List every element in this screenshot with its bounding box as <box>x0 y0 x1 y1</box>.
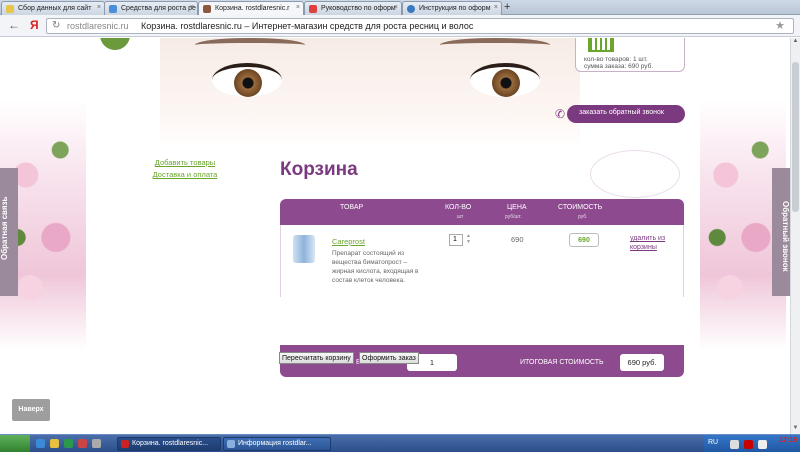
table-row: Careprost Препарат состоящий из вещества… <box>280 225 684 297</box>
product-image[interactable] <box>293 235 315 263</box>
basket-icon <box>588 38 614 52</box>
back-arrow-icon[interactable]: ← <box>8 18 20 32</box>
browser-tab-active[interactable]: Корзина. rostdlaresnic.r × <box>198 1 304 16</box>
scroll-up-icon[interactable]: ▲ <box>791 38 800 47</box>
folder-icon[interactable] <box>50 439 59 448</box>
feedback-side-tab[interactable]: Обратная связь <box>0 168 18 296</box>
address-input[interactable]: ↻ rostdlaresnic.ru Корзина. rostdlaresni… <box>46 18 794 34</box>
eyebrow-image <box>195 38 305 52</box>
col-header-qty-unit: шт <box>457 214 464 220</box>
total-sum-label: ИТОГОВАЯ СТОИМОСТЬ <box>520 359 604 366</box>
cart-count: кол-во товаров: 1 шт. <box>584 56 648 63</box>
new-tab-button[interactable]: + <box>504 1 510 13</box>
recalculate-cart-button[interactable]: Пересчитать корзину <box>279 352 354 364</box>
window-icon <box>227 440 235 448</box>
tab-label: Средства для роста ре <box>121 5 196 12</box>
browser-tab[interactable]: Инструкция по оформ × <box>402 1 502 15</box>
system-tray: RU 17:19 <box>704 435 800 452</box>
callback-button[interactable]: заказать обратный звонок <box>567 105 685 123</box>
col-header-price-unit: руб/шт. <box>505 214 522 220</box>
phone-icon: ✆ <box>555 107 566 121</box>
menu-link-add-products[interactable]: Добавить товары <box>140 157 230 169</box>
close-tab-icon[interactable]: × <box>97 4 101 11</box>
col-header-total-unit: руб. <box>578 214 588 220</box>
col-header-product: ТОВАР <box>340 204 364 211</box>
browser-tab[interactable]: Средства для роста ре × <box>104 1 198 15</box>
checkout-button[interactable]: Оформить заказ <box>359 352 419 364</box>
browser-tab[interactable]: Руководство по оформ × <box>304 1 402 15</box>
url-domain: rostdlaresnic.ru <box>67 21 129 31</box>
quicklaunch-icon[interactable] <box>36 439 45 448</box>
menu-link-delivery[interactable]: Доставка и оплата <box>140 169 230 181</box>
swirl-decoration <box>590 150 680 198</box>
mini-cart[interactable]: кол-во товаров: 1 шт. сумма заказа: 690 … <box>575 38 685 72</box>
address-bar-row: ← Я ↻ rostdlaresnic.ru Корзина. rostdlar… <box>0 15 800 37</box>
cart-table: ТОВАР КОЛ-ВО шт ЦЕНА руб/шт. СТОИМОСТЬ р… <box>280 199 684 377</box>
iris-image <box>492 69 520 97</box>
tab-favicon-icon <box>109 5 117 13</box>
media-icon[interactable] <box>64 439 73 448</box>
eyebrow-image <box>440 38 550 52</box>
header-eyes-banner <box>160 38 580 148</box>
desktop-icon[interactable] <box>92 439 101 448</box>
close-tab-icon[interactable]: × <box>296 4 300 11</box>
scroll-down-icon[interactable]: ▼ <box>791 425 800 434</box>
total-sum-value: 690 руб. <box>620 354 664 371</box>
volume-icon[interactable] <box>758 440 767 449</box>
left-menu: Добавить товары Доставка и оплата <box>140 157 230 181</box>
tab-label: Руководство по оформ <box>321 5 396 12</box>
scroll-to-top-button[interactable]: Наверх <box>12 399 50 421</box>
product-name-link[interactable]: Careprost <box>332 237 365 246</box>
antivirus-icon[interactable] <box>744 440 753 449</box>
taskbar-item-label: Информация rostdlar... <box>238 440 312 447</box>
product-description: Препарат состоящий из вещества биматопро… <box>332 250 419 284</box>
tab-favicon-icon <box>309 5 317 13</box>
tab-favicon-icon <box>6 5 14 13</box>
taskbar-item-label: Корзина. rostdlaresnic... <box>132 440 209 447</box>
tab-favicon-icon <box>407 5 415 13</box>
close-tab-icon[interactable]: × <box>394 4 398 11</box>
language-indicator[interactable]: RU <box>708 439 718 446</box>
cart-sum: сумма заказа: 690 руб. <box>584 63 654 70</box>
reload-icon[interactable]: ↻ <box>52 20 60 31</box>
yandex-logo-icon[interactable]: Я <box>30 18 39 32</box>
close-tab-icon[interactable]: × <box>494 4 498 11</box>
browser-tab[interactable]: Сбор данных для сайт × <box>1 1 105 15</box>
col-header-total: СТОИМОСТЬ <box>558 204 603 211</box>
close-tab-icon[interactable]: × <box>190 4 194 11</box>
callback-side-tab[interactable]: Обратный звонок <box>772 168 790 296</box>
scrollbar-thumb[interactable] <box>792 62 799 212</box>
bookmark-star-icon[interactable]: ★ <box>775 19 785 32</box>
tab-label: Инструкция по оформ <box>419 5 491 12</box>
eye-image <box>212 63 282 97</box>
remove-from-cart-link[interactable]: удалить из корзины <box>630 234 680 252</box>
taskbar-item[interactable]: Корзина. rostdlaresnic... <box>117 437 221 451</box>
tab-label: Корзина. rostdlaresnic.r <box>215 5 290 12</box>
app-window: Сбор данных для сайт × Средства для рост… <box>0 0 800 452</box>
browser-tab-strip: Сбор данных для сайт × Средства для рост… <box>0 0 800 16</box>
tab-label: Сбор данных для сайт <box>18 5 92 12</box>
tab-favicon-icon <box>203 5 211 13</box>
url-title: Корзина. rostdlaresnic.ru – Интернет-маг… <box>141 21 474 31</box>
product-price: 690 <box>511 235 524 244</box>
taskbar-item[interactable]: Информация rostdlar... <box>223 437 331 451</box>
network-icon[interactable] <box>730 440 739 449</box>
page-content: кол-во товаров: 1 шт. сумма заказа: 690 … <box>0 38 790 434</box>
col-header-qty: КОЛ-ВО <box>445 204 472 211</box>
quantity-stepper-icon[interactable]: ▲ ▼ <box>466 233 471 245</box>
start-button[interactable] <box>0 435 30 452</box>
row-total: 690 <box>569 233 599 247</box>
eye-image <box>470 63 540 97</box>
yandex-icon <box>121 440 129 448</box>
quantity-input[interactable]: 1 <box>449 234 463 246</box>
page-scrollbar[interactable]: ▲ ▼ <box>790 38 800 434</box>
table-header: ТОВАР КОЛ-ВО шт ЦЕНА руб/шт. СТОИМОСТЬ р… <box>280 199 684 225</box>
clock[interactable]: 17:19 <box>779 437 797 444</box>
page-title: Корзина <box>280 159 358 180</box>
leaf-decoration <box>100 38 130 50</box>
iris-image <box>234 69 262 97</box>
col-header-price: ЦЕНА <box>507 204 527 211</box>
windows-taskbar: Корзина. rostdlaresnic... Информация ros… <box>0 434 800 452</box>
browser-icon[interactable] <box>78 439 87 448</box>
